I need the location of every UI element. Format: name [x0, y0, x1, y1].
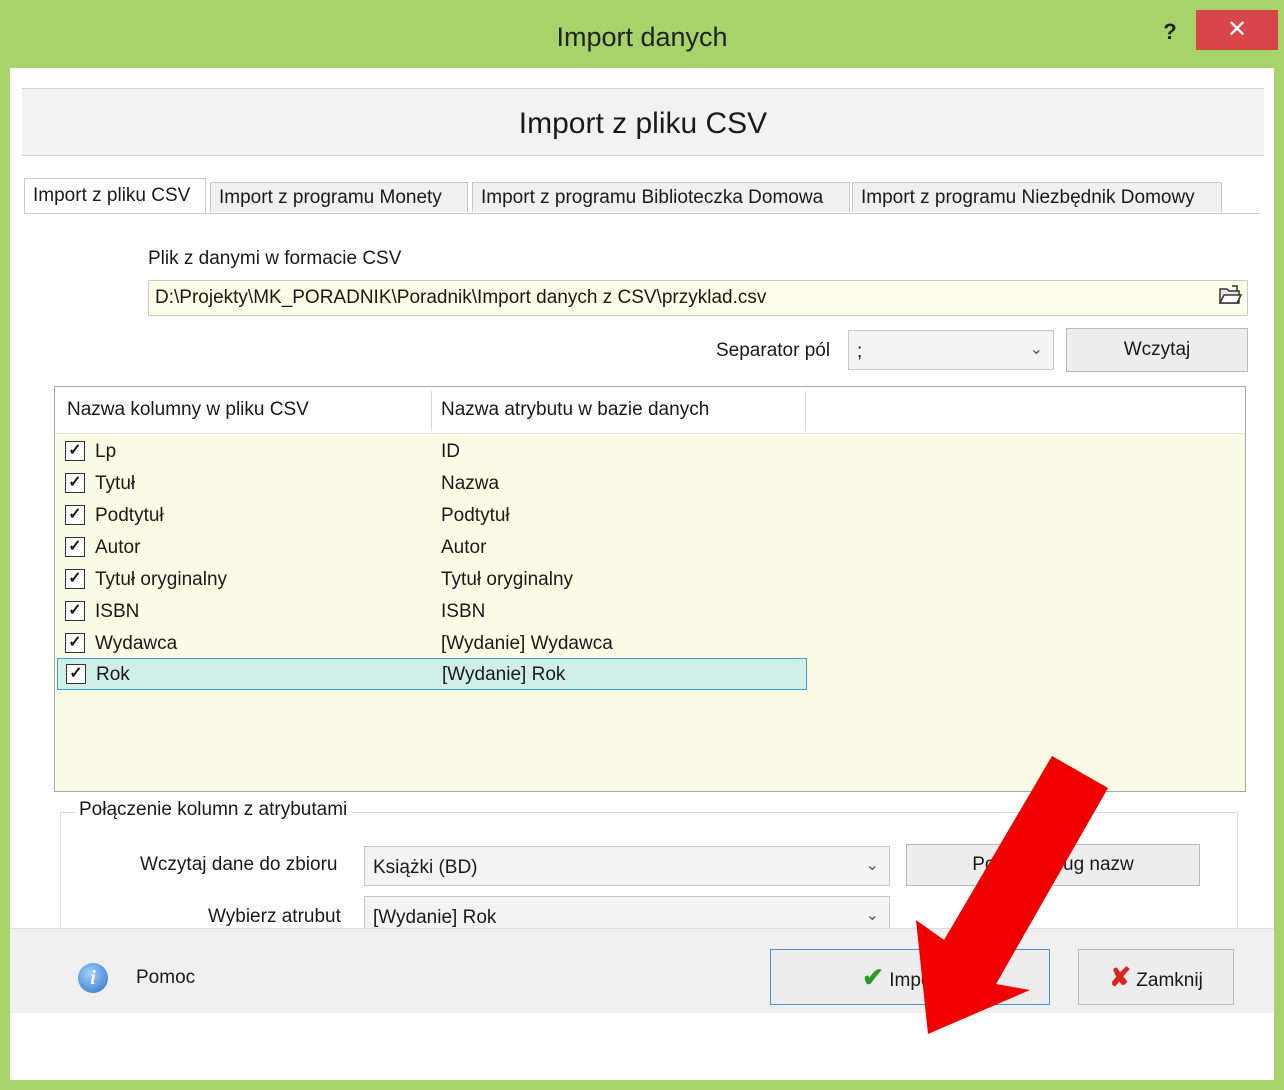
match-by-name-button[interactable]: Poł ug nazw — [906, 844, 1200, 886]
close-window-button[interactable]: ✕ — [1196, 10, 1278, 50]
row-checkbox[interactable]: ✓ — [66, 664, 86, 684]
separator-select[interactable]: ; ⌄ — [848, 330, 1054, 370]
table-row[interactable]: ✓ Lp ID — [57, 436, 807, 468]
header-divider — [431, 391, 432, 431]
row-checkbox[interactable]: ✓ — [65, 505, 85, 525]
csv-column-name: Tytuł — [95, 473, 136, 494]
csv-column-name: Rok — [96, 664, 130, 685]
csv-column-name: Wydawca — [95, 633, 178, 654]
dataset-select[interactable]: Książki (BD) ⌄ — [364, 846, 890, 886]
header-csv-column[interactable]: Nazwa kolumny w pliku CSV — [67, 399, 309, 421]
mapping-group-title: Połączenie kolumn z atrybutami — [75, 799, 352, 821]
file-path-value: D:\Projekty\MK_PORADNIK\Poradnik\Import … — [155, 287, 767, 308]
dataset-value: Książki (BD) — [373, 857, 478, 878]
title-bar[interactable]: Import danych ? ✕ — [0, 0, 1284, 68]
import-dialog-window: Import danych ? ✕ Import z pliku CSV Imp… — [0, 0, 1284, 1090]
footer-bar: i Pomoc ✔ Importuj ✘ Zamknij — [10, 928, 1274, 1013]
row-checkbox[interactable]: ✓ — [65, 441, 85, 461]
header-banner: Import z pliku CSV — [22, 88, 1264, 156]
row-checkbox[interactable]: ✓ — [65, 633, 85, 653]
row-checkbox[interactable]: ✓ — [65, 537, 85, 557]
import-button[interactable]: ✔ Importuj — [770, 949, 1050, 1005]
column-mapping-table[interactable]: Nazwa kolumny w pliku CSV Nazwa atrybutu… — [54, 386, 1246, 792]
attribute-label: Wybierz atrubut — [208, 906, 341, 927]
info-icon[interactable]: i — [78, 963, 108, 993]
table-row[interactable]: ✓ Tytuł Nazwa — [57, 468, 807, 500]
help-title-button[interactable]: ? — [1150, 14, 1190, 50]
close-x-icon: ✘ — [1109, 962, 1131, 992]
db-attribute-name: [Wydanie] Wydawca — [441, 633, 613, 654]
csv-column-name: Tytuł oryginalny — [95, 569, 228, 590]
header-db-attribute[interactable]: Nazwa atrybutu w bazie danych — [441, 399, 709, 421]
file-label: Plik z danymi w formacie CSV — [148, 248, 402, 269]
close-button-label: Zamknij — [1136, 970, 1203, 991]
table-row-selected[interactable]: ✓ Rok [Wydanie] Rok — [57, 658, 807, 690]
close-button[interactable]: ✘ Zamknij — [1078, 949, 1234, 1005]
tab-import-niezbednik[interactable]: Import z programu Niezbędnik Domowy — [852, 182, 1222, 212]
db-attribute-name: ID — [441, 441, 460, 462]
row-checkbox[interactable]: ✓ — [65, 601, 85, 621]
load-button[interactable]: Wczytaj — [1066, 328, 1248, 372]
import-button-label: Importuj — [889, 970, 958, 991]
dataset-label: Wczytaj dane do zbioru — [140, 854, 338, 875]
table-row[interactable]: ✓ Podtytuł Podtytuł — [57, 500, 807, 532]
db-attribute-name: [Wydanie] Rok — [442, 664, 566, 685]
db-attribute-name: Podtytuł — [441, 505, 510, 526]
window-title: Import danych — [556, 22, 728, 52]
csv-column-name: Lp — [95, 441, 117, 462]
chevron-down-icon: ⌄ — [865, 907, 879, 924]
table-row[interactable]: ✓ Tytuł oryginalny Tytuł oryginalny — [57, 564, 807, 596]
db-attribute-name: Autor — [441, 537, 487, 558]
table-row[interactable]: ✓ Wydawca [Wydanie] Wydawca — [57, 628, 807, 660]
csv-column-name: ISBN — [95, 601, 140, 622]
header-divider — [805, 391, 806, 431]
row-checkbox[interactable]: ✓ — [65, 473, 85, 493]
chevron-down-icon: ⌄ — [1029, 341, 1043, 358]
tab-import-csv[interactable]: Import z pliku CSV — [24, 178, 206, 214]
csv-column-name: Podtytuł — [95, 505, 164, 526]
table-header: Nazwa kolumny w pliku CSV Nazwa atrybutu… — [55, 387, 1245, 434]
tab-import-monety[interactable]: Import z programu Monety — [210, 182, 468, 212]
help-link[interactable]: Pomoc — [136, 967, 195, 989]
checkmark-icon: ✔ — [862, 962, 884, 992]
db-attribute-name: Nazwa — [441, 473, 500, 494]
separator-value: ; — [857, 341, 863, 362]
chevron-down-icon: ⌄ — [865, 857, 879, 874]
open-folder-icon[interactable] — [1215, 284, 1245, 312]
row-checkbox[interactable]: ✓ — [65, 569, 85, 589]
tab-import-biblioteczka[interactable]: Import z programu Biblioteczka Domowa — [472, 182, 850, 212]
banner-title: Import z pliku CSV — [518, 107, 768, 140]
table-row[interactable]: ✓ Autor Autor — [57, 532, 807, 564]
file-path-field[interactable]: D:\Projekty\MK_PORADNIK\Poradnik\Import … — [148, 280, 1248, 316]
db-attribute-name: ISBN — [441, 601, 486, 622]
attribute-value: [Wydanie] Rok — [373, 907, 497, 928]
table-row[interactable]: ✓ ISBN ISBN — [57, 596, 807, 628]
csv-column-name: Autor — [95, 537, 141, 558]
separator-label: Separator pól — [716, 340, 831, 361]
db-attribute-name: Tytuł oryginalny — [441, 569, 574, 590]
